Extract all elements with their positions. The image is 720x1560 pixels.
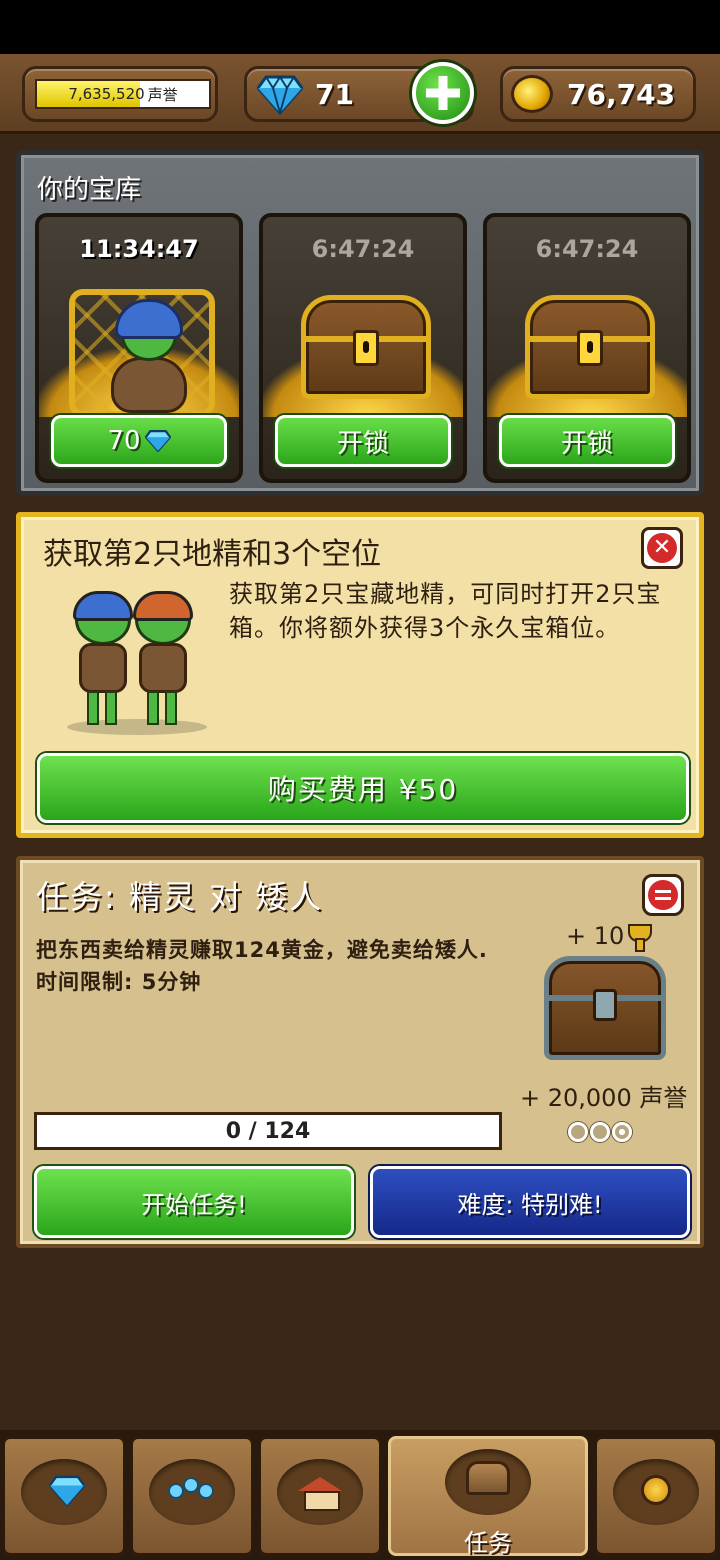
- slot-timer: 6:47:24: [535, 235, 639, 263]
- difficulty-dot: [612, 1122, 632, 1142]
- reputation-bar: 7,635,520 声誉: [35, 79, 211, 109]
- slot-timer: 6:47:24: [311, 235, 415, 263]
- treasure-chest-icon: [301, 295, 431, 399]
- diamond-icon: [257, 75, 303, 115]
- reputation-unit: 声誉: [147, 85, 178, 104]
- slot-2-unlock-button[interactable]: 开锁: [275, 415, 451, 467]
- difficulty-dot: [568, 1122, 588, 1142]
- vault-slot-1[interactable]: 11:34:47 70: [35, 213, 243, 483]
- goblin-offer-panel: 获取第2只地精和3个空位 ✕ 获取第2只宝藏地精，可同时打开2只宝箱。你将额外获…: [16, 512, 704, 838]
- difficulty-indicator: [568, 1122, 632, 1142]
- treasure-chest-icon: [525, 295, 655, 399]
- diamond-icon: [49, 1475, 85, 1507]
- reward-trophy-amount: + 10: [566, 922, 625, 950]
- quest-menu-button[interactable]: [642, 874, 684, 916]
- reward-trophy: + 10: [566, 922, 653, 952]
- goblin-icon: [131, 591, 195, 731]
- quest-description: 把东西卖给精灵赚取124黄金，避免卖给矮人. 时间限制: 5分钟: [36, 938, 488, 994]
- lock-icon: [593, 989, 617, 1021]
- slot-button-label: 70: [107, 426, 141, 456]
- house-icon: [298, 1477, 342, 1511]
- offer-title: 获取第2只地精和3个空位: [43, 537, 382, 572]
- slot-1-gem-unlock-button[interactable]: 70: [51, 415, 227, 467]
- lock-icon: [577, 330, 603, 366]
- two-goblins-icon: [57, 591, 207, 735]
- gold-pill[interactable]: 76,743: [500, 66, 696, 122]
- nav-quests-label: 任务: [464, 1529, 512, 1557]
- difficulty-dot: [590, 1122, 610, 1142]
- users-icon: [168, 1477, 216, 1507]
- medal-icon: [641, 1475, 671, 1505]
- offer-description: 获取第2只宝藏地精，可同时打开2只宝箱。你将额外获得3个永久宝箱位。: [229, 580, 662, 642]
- reward-reputation: + 20,000 声誉: [520, 1084, 688, 1112]
- quest-progress-text: 0 / 124: [225, 1118, 311, 1144]
- offer-close-button[interactable]: ✕: [641, 527, 683, 569]
- lock-icon: [353, 330, 379, 366]
- diamond-icon: [144, 430, 171, 452]
- vault-panel: 你的宝库 11:34:47 70 6:47:24 开锁 6:47:24 开锁: [16, 150, 704, 496]
- reputation-pill[interactable]: 7,635,520 声誉: [22, 66, 218, 122]
- top-resource-bar: 7,635,520 声誉 71 76,743: [0, 54, 720, 134]
- quest-progress-bar: 0 / 124: [34, 1112, 502, 1150]
- slot-timer: 11:34:47: [79, 235, 199, 263]
- goblin-cage-icon: [69, 289, 215, 417]
- reward-chest-icon: [544, 956, 666, 1060]
- vault-title: 你的宝库: [37, 175, 142, 205]
- difficulty-button[interactable]: 难度: 特别难!: [370, 1166, 690, 1238]
- close-icon: ✕: [647, 533, 677, 563]
- gold-count: 76,743: [567, 78, 676, 111]
- buy-gems-plus-button[interactable]: [412, 62, 474, 124]
- reputation-value: 7,635,520: [68, 85, 145, 103]
- goblin-icon: [71, 591, 135, 731]
- bottom-nav: 任务: [0, 1430, 720, 1560]
- status-bar: [0, 0, 720, 54]
- start-quest-button[interactable]: 开始任务!: [34, 1166, 354, 1238]
- buy-goblin-button[interactable]: 购买费用 ¥50: [37, 753, 689, 823]
- nav-item-achievements[interactable]: [594, 1436, 718, 1556]
- trophy-icon: [628, 924, 653, 952]
- nav-item-quests[interactable]: 任务: [388, 1436, 588, 1557]
- slot-3-unlock-button[interactable]: 开锁: [499, 415, 675, 467]
- vault-slot-3[interactable]: 6:47:24 开锁: [483, 213, 691, 483]
- quest-panel: 任务: 精灵 对 矮人 把东西卖给精灵赚取124黄金，避免卖给矮人. 时间限制:…: [16, 856, 704, 1248]
- vault-slot-2[interactable]: 6:47:24 开锁: [259, 213, 467, 483]
- gem-count: 71: [315, 78, 354, 111]
- nav-item-social[interactable]: [130, 1436, 254, 1556]
- menu-icon: [648, 880, 678, 910]
- chest-icon: [466, 1461, 510, 1495]
- quest-title: 任务: 精灵 对 矮人: [36, 878, 324, 916]
- gold-coin-icon: [511, 75, 553, 113]
- nav-item-shop[interactable]: [258, 1436, 382, 1556]
- nav-item-gems[interactable]: [2, 1436, 126, 1556]
